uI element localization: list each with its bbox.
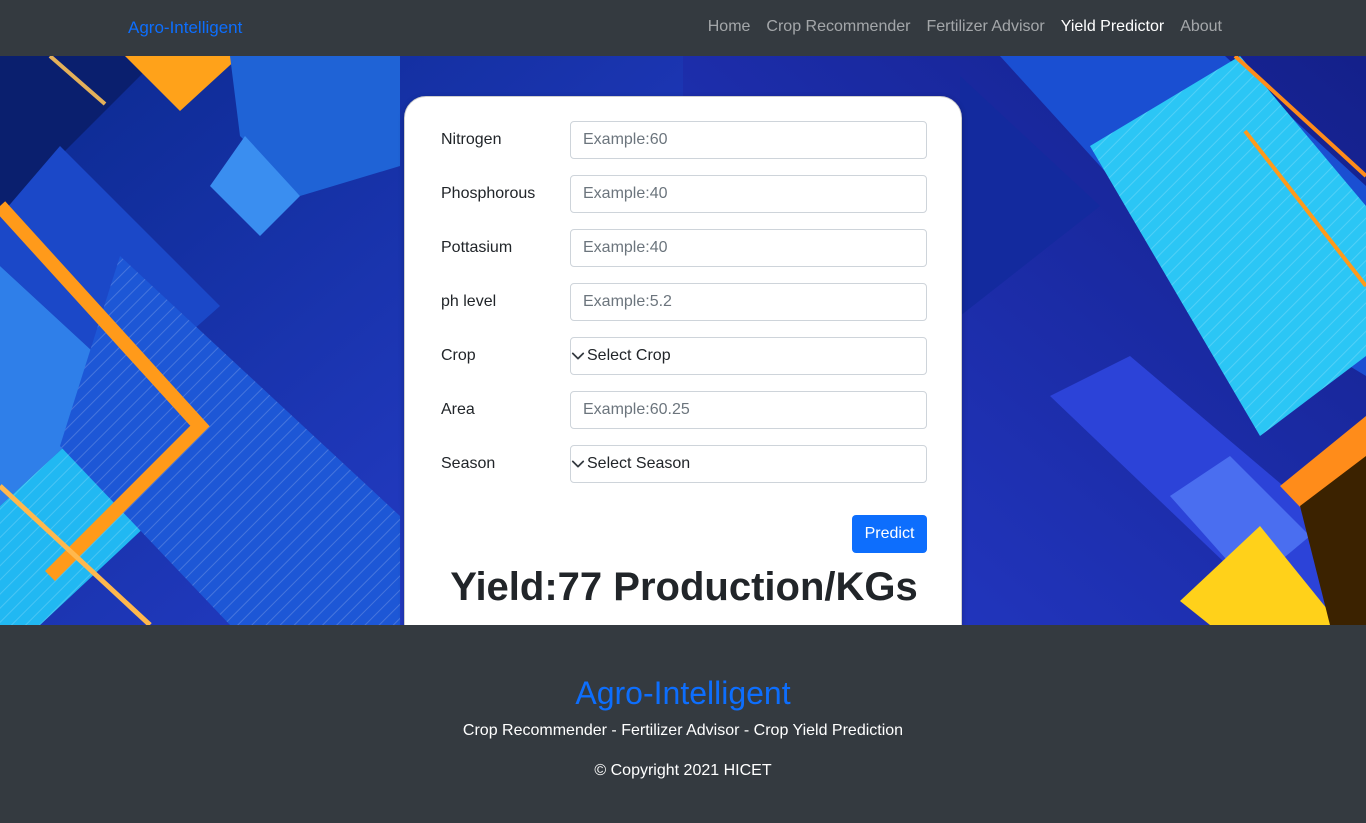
crop-row: Crop Select Crop — [441, 337, 927, 375]
season-select[interactable]: Select Season — [570, 445, 927, 483]
chevron-down-icon — [571, 352, 585, 360]
nitrogen-input[interactable] — [570, 121, 927, 159]
phosphorous-row: Phosphorous — [441, 175, 927, 213]
crop-label: Crop — [441, 347, 476, 364]
crop-select[interactable]: Select Crop — [570, 337, 927, 375]
nitrogen-label: Nitrogen — [441, 131, 502, 148]
nav-about[interactable]: About — [1172, 18, 1230, 36]
crop-select-value: Select Crop — [587, 347, 671, 364]
brand-link[interactable]: Agro-Intelligent — [128, 18, 242, 38]
predict-button[interactable]: Predict — [852, 515, 927, 553]
nav-home[interactable]: Home — [700, 18, 759, 36]
pottasium-row: Pottasium — [441, 229, 927, 267]
area-input[interactable] — [570, 391, 927, 429]
yield-form-card: Nitrogen Phosphorous Pottasium ph level … — [404, 96, 962, 625]
footer: Agro-Intelligent Crop Recommender - Fert… — [0, 625, 1366, 823]
navbar: Agro-Intelligent Home Crop Recommender F… — [0, 0, 1366, 56]
nav-crop-recommender[interactable]: Crop Recommender — [758, 18, 918, 36]
area-label: Area — [441, 401, 475, 418]
nav-yield-predictor[interactable]: Yield Predictor — [1053, 18, 1172, 36]
season-row: Season Select Season — [441, 445, 927, 483]
footer-title: Agro-Intelligent — [575, 675, 791, 711]
ph-level-row: ph level — [441, 283, 927, 321]
pottasium-input[interactable] — [570, 229, 927, 267]
yield-result: Yield:77 Production/KGs — [450, 565, 918, 609]
phosphorous-input[interactable] — [570, 175, 927, 213]
season-label: Season — [441, 455, 496, 472]
season-select-value: Select Season — [587, 455, 691, 472]
footer-subtitle: Crop Recommender - Fertilizer Advisor - … — [462, 722, 904, 739]
ph-level-input[interactable] — [570, 283, 927, 321]
chevron-down-icon — [571, 460, 585, 468]
nav-fertilizer-advisor[interactable]: Fertilizer Advisor — [918, 18, 1052, 36]
nitrogen-row: Nitrogen — [441, 121, 927, 159]
nav-menu: Home Crop Recommender Fertilizer Advisor… — [700, 18, 1230, 36]
ph-level-label: ph level — [441, 293, 497, 310]
pottasium-label: Pottasium — [441, 239, 513, 256]
phosphorous-label: Phosphorous — [441, 185, 536, 202]
area-row: Area — [441, 391, 927, 429]
hero-section: Nitrogen Phosphorous Pottasium ph level … — [0, 56, 1366, 625]
footer-copyright: © Copyright 2021 HICET — [594, 762, 772, 779]
